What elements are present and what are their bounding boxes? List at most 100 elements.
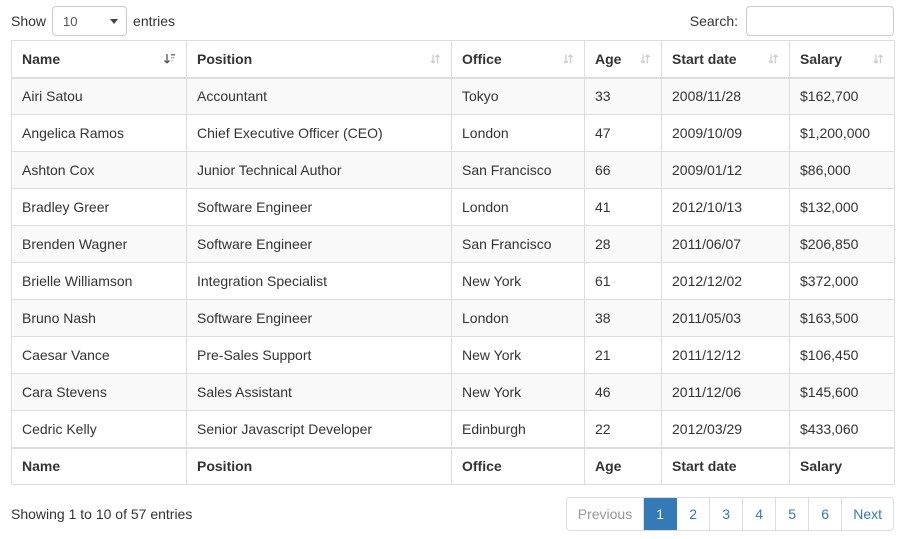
cell-office: London bbox=[452, 189, 585, 226]
cell-age: 46 bbox=[585, 374, 662, 411]
table-row[interactable]: Brenden Wagner Software Engineer San Fra… bbox=[12, 226, 895, 263]
table-row[interactable]: Angelica Ramos Chief Executive Officer (… bbox=[12, 115, 895, 152]
pagination-page-4[interactable]: 4 bbox=[743, 498, 776, 530]
cell-age: 41 bbox=[585, 189, 662, 226]
cell-position: Software Engineer bbox=[187, 300, 452, 337]
table-head: Name Position Office bbox=[12, 41, 895, 78]
column-header-age[interactable]: Age bbox=[585, 41, 662, 78]
cell-salary: $206,850 bbox=[790, 226, 895, 263]
column-header-name[interactable]: Name bbox=[12, 41, 187, 78]
column-header-salary[interactable]: Salary bbox=[790, 41, 895, 78]
cell-position: Software Engineer bbox=[187, 226, 452, 263]
cell-age: 61 bbox=[585, 263, 662, 300]
pagination-page-2[interactable]: 2 bbox=[677, 498, 710, 530]
search-label: Search: bbox=[690, 13, 738, 29]
cell-name: Cedric Kelly bbox=[12, 411, 187, 448]
cell-name: Bradley Greer bbox=[12, 189, 187, 226]
chevron-down-icon bbox=[110, 19, 118, 24]
table-row[interactable]: Airi Satou Accountant Tokyo 33 2008/11/2… bbox=[12, 78, 895, 115]
footer-label-office: Office bbox=[452, 448, 585, 485]
cell-office: Tokyo bbox=[452, 78, 585, 115]
table-body: Airi Satou Accountant Tokyo 33 2008/11/2… bbox=[12, 78, 895, 448]
cell-age: 28 bbox=[585, 226, 662, 263]
table-row[interactable]: Brielle Williamson Integration Specialis… bbox=[12, 263, 895, 300]
sort-none-icon bbox=[871, 52, 885, 66]
footer-label-name: Name bbox=[12, 448, 187, 485]
pagination-page-1[interactable]: 1 bbox=[644, 498, 677, 530]
pagination-previous-button[interactable]: Previous bbox=[567, 498, 644, 530]
cell-salary: $372,000 bbox=[790, 263, 895, 300]
column-header-position[interactable]: Position bbox=[187, 41, 452, 78]
footer-label-salary: Salary bbox=[790, 448, 895, 485]
table-row[interactable]: Bradley Greer Software Engineer London 4… bbox=[12, 189, 895, 226]
cell-name: Airi Satou bbox=[12, 78, 187, 115]
cell-start-date: 2008/11/28 bbox=[662, 78, 790, 115]
table-controls-bar: Show 10 entries Search: bbox=[11, 0, 894, 40]
cell-salary: $162,700 bbox=[790, 78, 895, 115]
column-header-position-label: Position bbox=[197, 51, 252, 67]
cell-start-date: 2011/12/06 bbox=[662, 374, 790, 411]
footer-label-age: Age bbox=[585, 448, 662, 485]
cell-office: New York bbox=[452, 337, 585, 374]
cell-salary: $433,060 bbox=[790, 411, 895, 448]
table-row[interactable]: Bruno Nash Software Engineer London 38 2… bbox=[12, 300, 895, 337]
pagination-page-6[interactable]: 6 bbox=[809, 498, 842, 530]
cell-name: Brielle Williamson bbox=[12, 263, 187, 300]
column-header-start-date-label: Start date bbox=[672, 51, 737, 67]
table-footer-row: Name Position Office Age Start date Sala… bbox=[12, 448, 895, 485]
cell-name: Cara Stevens bbox=[12, 374, 187, 411]
cell-office: San Francisco bbox=[452, 152, 585, 189]
cell-age: 66 bbox=[585, 152, 662, 189]
cell-salary: $163,500 bbox=[790, 300, 895, 337]
cell-name: Brenden Wagner bbox=[12, 226, 187, 263]
pagination-page-5[interactable]: 5 bbox=[776, 498, 809, 530]
cell-name: Angelica Ramos bbox=[12, 115, 187, 152]
cell-start-date: 2012/12/02 bbox=[662, 263, 790, 300]
cell-office: New York bbox=[452, 263, 585, 300]
column-header-office-label: Office bbox=[462, 51, 502, 67]
search-input[interactable] bbox=[746, 6, 894, 36]
employees-table: Name Position Office bbox=[11, 40, 895, 485]
pagination-page-3[interactable]: 3 bbox=[710, 498, 743, 530]
column-header-office[interactable]: Office bbox=[452, 41, 585, 78]
cell-age: 47 bbox=[585, 115, 662, 152]
table-row[interactable]: Cara Stevens Sales Assistant New York 46… bbox=[12, 374, 895, 411]
cell-position: Software Engineer bbox=[187, 189, 452, 226]
sort-ascending-active-icon bbox=[163, 52, 177, 66]
cell-position: Sales Assistant bbox=[187, 374, 452, 411]
search-control: Search: bbox=[690, 6, 894, 36]
cell-start-date: 2009/01/12 bbox=[662, 152, 790, 189]
table-row[interactable]: Ashton Cox Junior Technical Author San F… bbox=[12, 152, 895, 189]
cell-salary: $132,000 bbox=[790, 189, 895, 226]
pagination-next-button[interactable]: Next bbox=[842, 498, 893, 530]
cell-start-date: 2012/03/29 bbox=[662, 411, 790, 448]
page-length-control: Show 10 entries bbox=[11, 6, 175, 36]
sort-none-icon bbox=[766, 52, 780, 66]
column-header-salary-label: Salary bbox=[800, 51, 842, 67]
sort-none-icon bbox=[638, 52, 652, 66]
table-header-row: Name Position Office bbox=[12, 41, 895, 78]
sort-none-icon bbox=[428, 52, 442, 66]
page-length-select[interactable]: 10 bbox=[52, 6, 127, 36]
cell-salary: $106,450 bbox=[790, 337, 895, 374]
cell-name: Ashton Cox bbox=[12, 152, 187, 189]
cell-age: 33 bbox=[585, 78, 662, 115]
cell-start-date: 2011/06/07 bbox=[662, 226, 790, 263]
column-header-age-label: Age bbox=[595, 51, 621, 67]
entries-info: Showing 1 to 10 of 57 entries bbox=[11, 506, 192, 522]
datatable-wrapper: Show 10 entries Search: Name bbox=[0, 0, 905, 539]
column-header-start-date[interactable]: Start date bbox=[662, 41, 790, 78]
column-header-name-label: Name bbox=[22, 51, 60, 67]
cell-office: Edinburgh bbox=[452, 411, 585, 448]
cell-position: Chief Executive Officer (CEO) bbox=[187, 115, 452, 152]
table-footer-bar: Showing 1 to 10 of 57 entries Previous 1… bbox=[11, 485, 894, 532]
page-length-value: 10 bbox=[63, 14, 77, 29]
cell-age: 38 bbox=[585, 300, 662, 337]
cell-office: London bbox=[452, 115, 585, 152]
table-row[interactable]: Cedric Kelly Senior Javascript Developer… bbox=[12, 411, 895, 448]
cell-name: Caesar Vance bbox=[12, 337, 187, 374]
table-row[interactable]: Caesar Vance Pre-Sales Support New York … bbox=[12, 337, 895, 374]
cell-name: Bruno Nash bbox=[12, 300, 187, 337]
cell-salary: $86,000 bbox=[790, 152, 895, 189]
sort-none-icon bbox=[561, 52, 575, 66]
